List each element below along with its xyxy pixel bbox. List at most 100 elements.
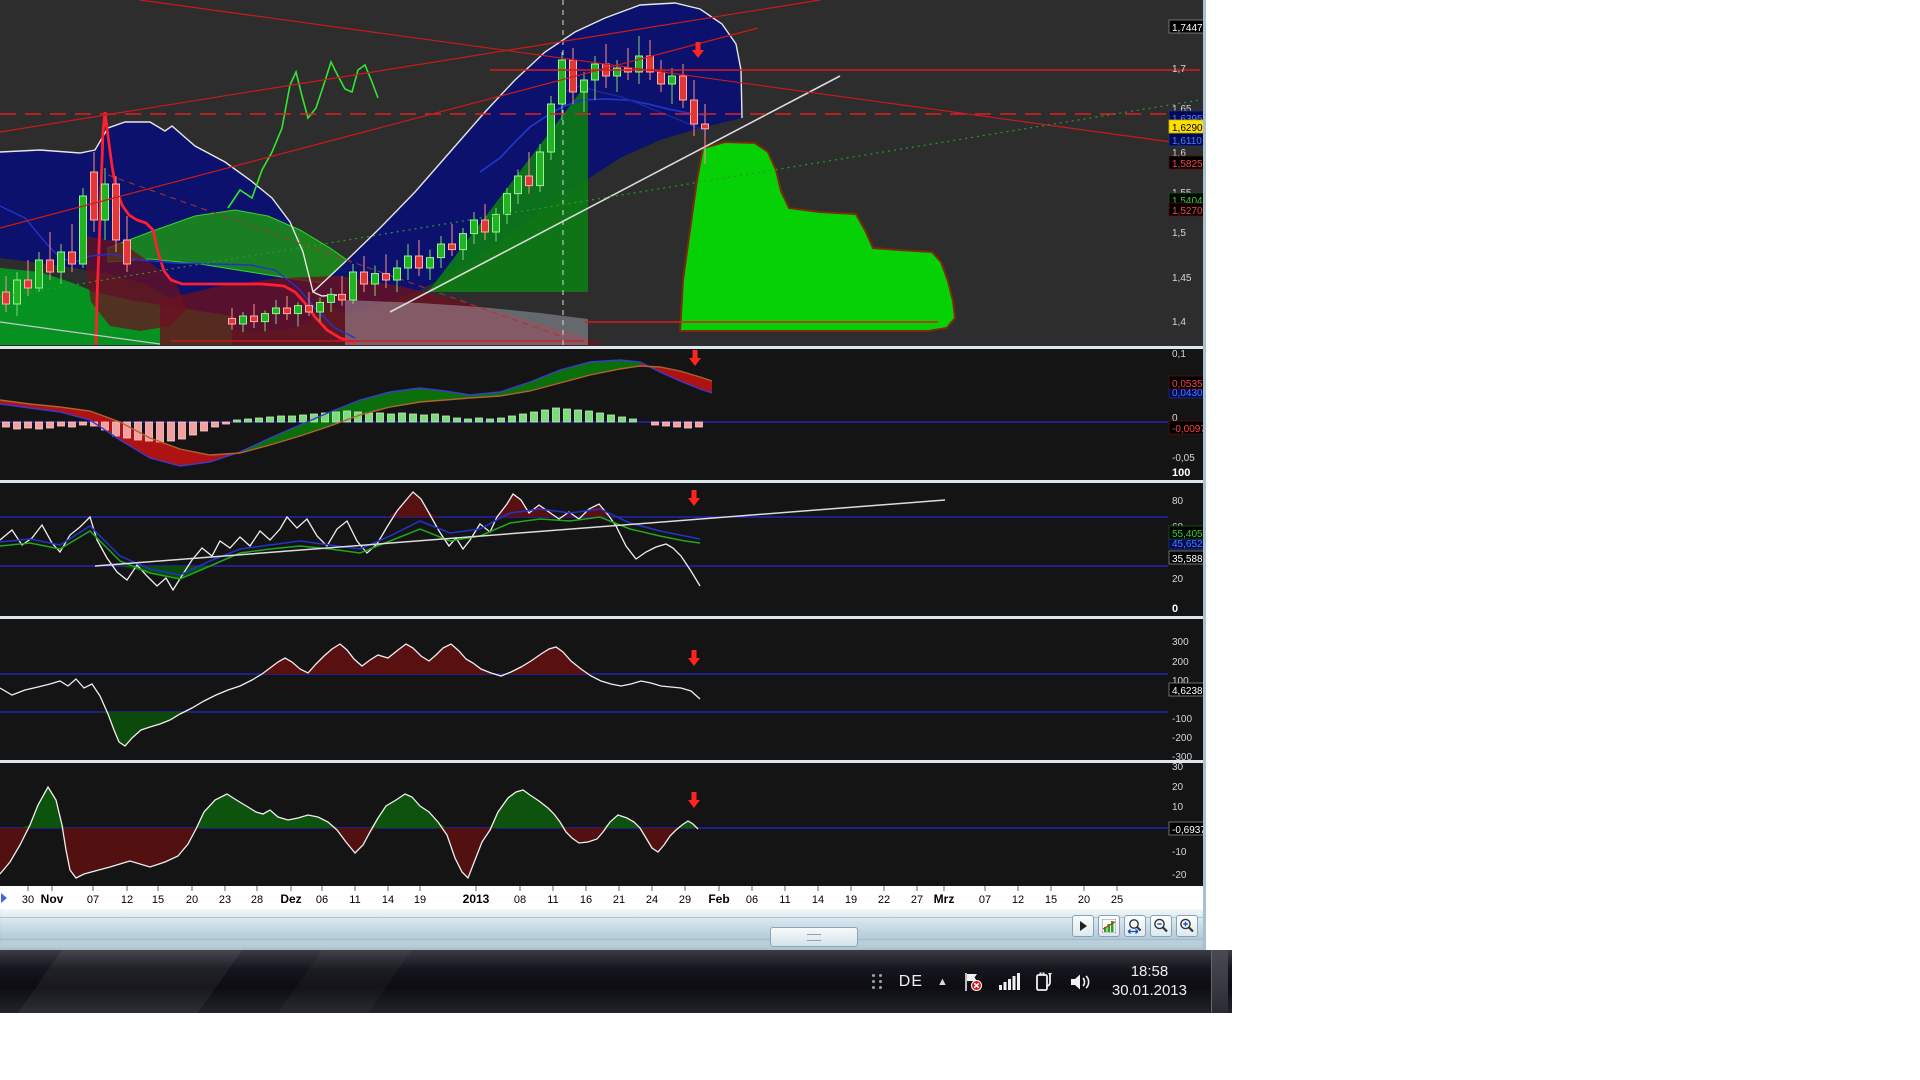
taskbar-sheen [278,950,412,1013]
candle-body [548,104,555,152]
macd-histogram-bar [564,409,571,422]
macd-histogram-bar [476,418,483,422]
macd-histogram-bar [234,420,241,422]
show-desktop-button[interactable] [1211,950,1228,1013]
panel-separator [0,346,1203,349]
candle-body [361,272,368,284]
price-axis-label: 100 [1172,467,1190,479]
taskbar-clock[interactable]: 18:58 30.01.2013 [1112,963,1187,1001]
candle-body [537,152,544,186]
date-axis-label: Dez [280,892,301,906]
toolbar-seam [0,917,1203,918]
clock-time: 18:58 [1131,963,1169,982]
scrollbar-grip-icon [807,934,821,941]
price-axis-label: 1,7 [1172,64,1186,75]
grip-handle-icon [872,974,883,989]
action-center-flag-icon[interactable] [962,972,984,992]
candle-body [69,252,76,264]
candle-body [58,252,65,272]
candle-body [427,258,434,268]
date-axis-label: 20 [1078,894,1090,906]
price-badge: 1,5270 [1172,206,1203,217]
taskbar-empty-area[interactable] [0,950,872,1013]
date-axis-label: 14 [382,894,394,906]
macd-histogram-bar [674,422,681,427]
panel-separator [0,616,1203,619]
candle-body [416,256,423,268]
date-axis-label: 19 [414,894,426,906]
candle-body [515,176,522,194]
macd-histogram-bar [245,419,252,422]
language-indicator[interactable]: DE [899,973,923,991]
price-axis-label: 1,4 [1172,317,1186,328]
chart-canvas[interactable]: 1,74471,71,651,63951,61101,62901,61,5825… [0,0,1203,908]
macd-histogram-bar [509,416,516,422]
price-axis-label: 1,5 [1172,228,1186,239]
taskbar: DE ▲ [0,950,1232,1013]
candle-body [102,184,109,220]
price-axis-label: 1,45 [1172,273,1192,284]
date-axis-label: 11 [779,894,790,906]
candle-body [449,244,456,250]
macd-histogram-bar [388,414,395,422]
macd-histogram-bar [47,422,54,428]
macd-histogram-bar [685,422,692,428]
date-axis-label: 2013 [463,892,490,906]
network-signal-icon[interactable] [998,973,1020,991]
zoom-range-button[interactable] [1124,915,1146,937]
candle-body [372,274,379,284]
date-axis-label: 11 [349,894,360,906]
price-axis-label: -10 [1172,847,1187,858]
date-axis-label: 29 [679,894,691,906]
candle-body [317,302,324,312]
date-axis-label: 12 [1012,894,1024,906]
macd-histogram-bar [212,422,219,427]
candle-body [438,244,445,258]
price-badge: 4,6238 [1172,686,1203,697]
price-axis-label: 0,1 [1172,349,1186,360]
system-tray: DE ▲ [872,950,1232,1013]
candle-body [284,308,291,314]
candle-body [251,316,258,322]
macd-histogram-bar [25,422,32,428]
zoom-out-button[interactable] [1150,915,1172,937]
macd-histogram-bar [443,416,450,422]
candle-body [526,176,533,186]
macd-histogram-bar [619,417,626,422]
candle-body [702,124,709,129]
macd-histogram-bar [399,413,406,422]
price-axis-label: -100 [1172,714,1192,725]
macd-histogram-bar [696,422,703,427]
price-axis-label: -0,05 [1172,453,1195,464]
profit-chart-button[interactable] [1098,915,1120,937]
macd-histogram-bar [36,422,43,429]
date-axis-label: 06 [746,894,758,906]
panel-separator [0,760,1203,763]
horizontal-scrollbar-thumb[interactable] [770,927,858,947]
candle-body [36,260,43,288]
price-badge: -0,0097 [1172,424,1203,435]
macd-histogram-bar [531,412,538,422]
candle-body [240,316,247,324]
candle-body [339,294,346,300]
profit-chart-icon [1102,919,1116,933]
candle-body [350,272,357,300]
power-plug-icon[interactable] [1034,972,1056,992]
scroll-right-button[interactable] [1072,915,1094,937]
macd-histogram-bar [256,418,263,422]
zoom-in-button[interactable] [1176,915,1198,937]
candle-body [383,274,390,280]
macd-histogram-bar [487,419,494,422]
macd-histogram-bar [223,422,230,424]
candle-body [113,184,120,240]
candle-body [229,318,236,324]
volume-speaker-icon[interactable] [1070,973,1092,991]
candle-body [691,100,698,124]
macd-histogram-bar [498,418,505,422]
macd-histogram-bar [157,422,164,442]
date-axis-label: 11 [547,894,558,906]
toolbar-seam [0,939,1203,940]
date-axis-label: 20 [186,894,198,906]
show-hidden-icons-arrow-icon[interactable]: ▲ [937,976,948,988]
date-axis-label: 14 [812,894,824,906]
